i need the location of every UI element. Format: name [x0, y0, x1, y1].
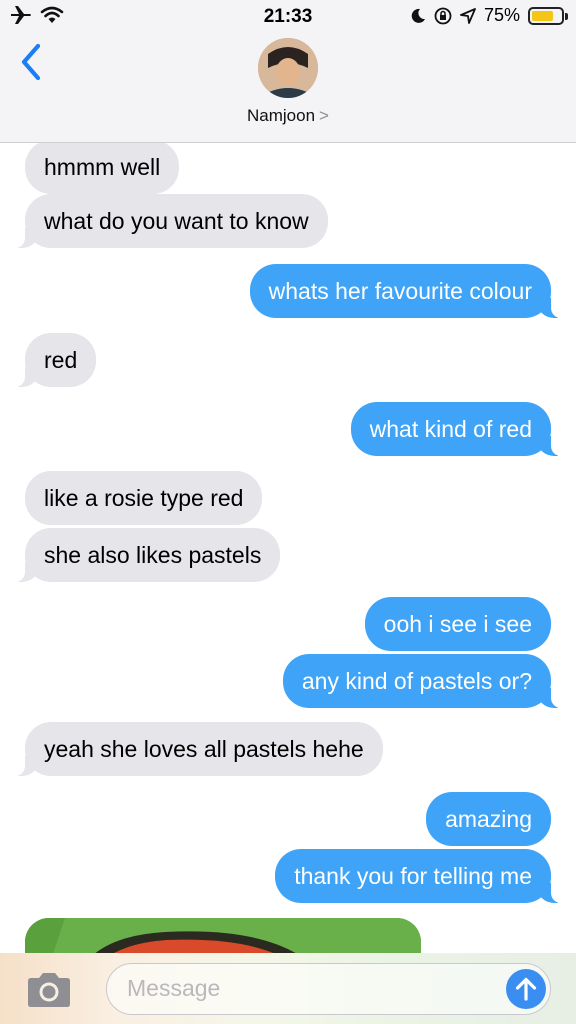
- outgoing-message[interactable]: whats her favourite colour: [249, 264, 562, 318]
- chevron-right-icon: >: [319, 106, 329, 125]
- battery-percentage: 75%: [483, 5, 520, 25]
- incoming-message[interactable]: yeah she loves all pastels hehe: [15, 722, 383, 776]
- contact-avatar[interactable]: [258, 38, 318, 98]
- rotation-lock-icon: [434, 7, 452, 24]
- message-thread[interactable]: hmmm well what do you want to know whats…: [0, 143, 576, 953]
- incoming-message[interactable]: like a rosie type red: [25, 471, 263, 525]
- send-button[interactable]: [506, 969, 546, 1009]
- outgoing-message[interactable]: any kind of pastels or?: [282, 654, 562, 708]
- outgoing-message[interactable]: amazing: [426, 792, 551, 846]
- message-field[interactable]: [106, 963, 551, 1015]
- message-input[interactable]: [127, 964, 507, 1012]
- status-bar: 21:33 75%: [0, 0, 576, 34]
- back-chevron-icon[interactable]: [16, 40, 46, 84]
- contact-name-link[interactable]: Namjoon >: [0, 106, 576, 126]
- incoming-message[interactable]: what do you want to know: [15, 194, 328, 248]
- incoming-message[interactable]: red: [14, 333, 97, 387]
- arrow-up-icon: [515, 977, 537, 1001]
- camera-icon[interactable]: [24, 971, 74, 1009]
- battery-level: [532, 10, 553, 21]
- outgoing-message[interactable]: ooh i see i see: [364, 597, 551, 651]
- message-composer: [0, 953, 576, 1024]
- location-icon: [460, 7, 476, 24]
- contact-name: Namjoon: [247, 106, 316, 125]
- incoming-message[interactable]: hmmm well: [25, 143, 180, 194]
- outgoing-message[interactable]: what kind of red: [350, 402, 562, 456]
- incoming-message[interactable]: she also likes pastels: [14, 528, 281, 582]
- moon-icon: [411, 8, 425, 23]
- image-attachment[interactable]: [25, 918, 421, 953]
- battery-icon: [528, 6, 568, 25]
- outgoing-message[interactable]: thank you for telling me: [275, 849, 561, 903]
